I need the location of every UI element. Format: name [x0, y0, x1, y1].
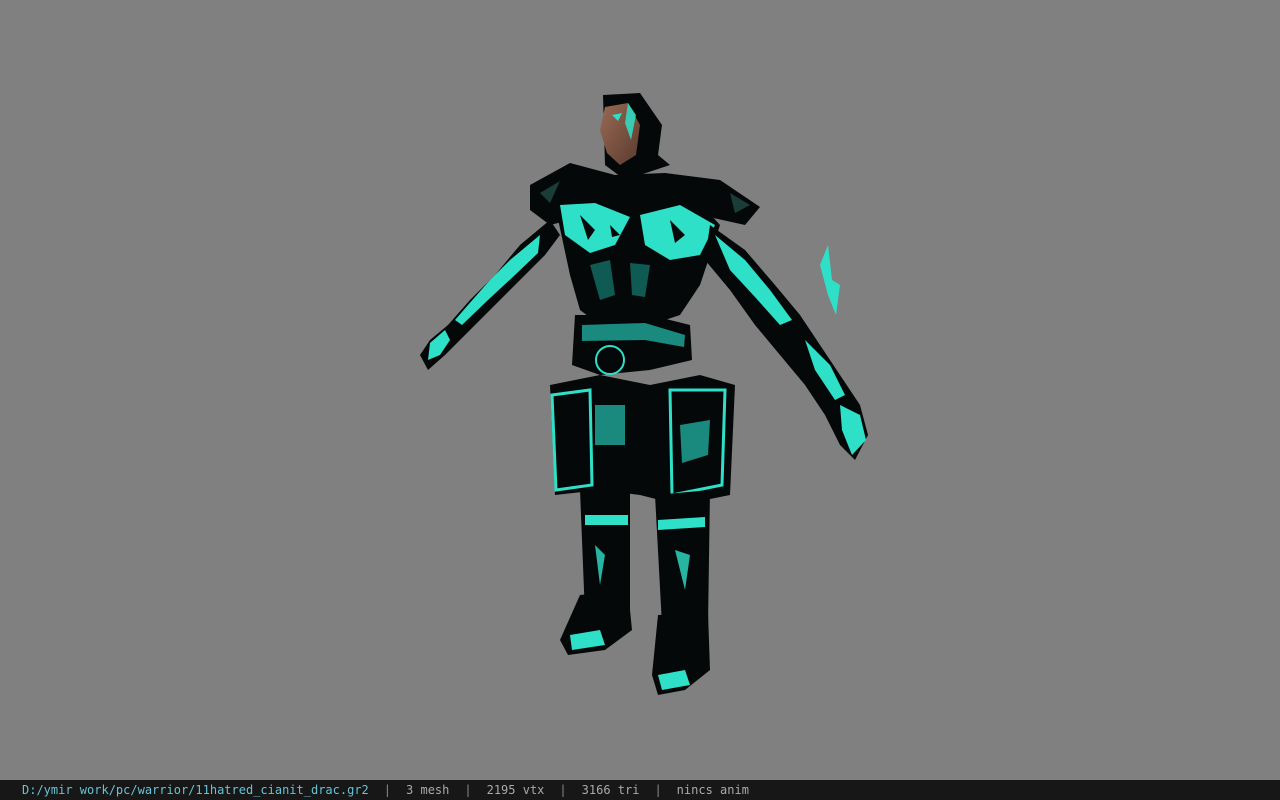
animation-status: nincs anim — [676, 783, 749, 797]
status-bar: D:/ymir work/pc/warrior/11hatred_cianit_… — [0, 780, 1280, 800]
status-separator: | — [464, 783, 472, 797]
vertex-count: 2195 vtx — [486, 783, 545, 797]
model-viewport[interactable] — [0, 0, 1280, 780]
character-model[interactable] — [400, 85, 880, 710]
file-path: D:/ymir work/pc/warrior/11hatred_cianit_… — [22, 783, 369, 797]
status-separator: | — [383, 783, 392, 797]
triangle-count: 3166 tri — [581, 783, 640, 797]
status-separator: | — [559, 783, 567, 797]
mesh-count: 3 mesh — [406, 783, 450, 797]
status-separator: | — [654, 783, 662, 797]
